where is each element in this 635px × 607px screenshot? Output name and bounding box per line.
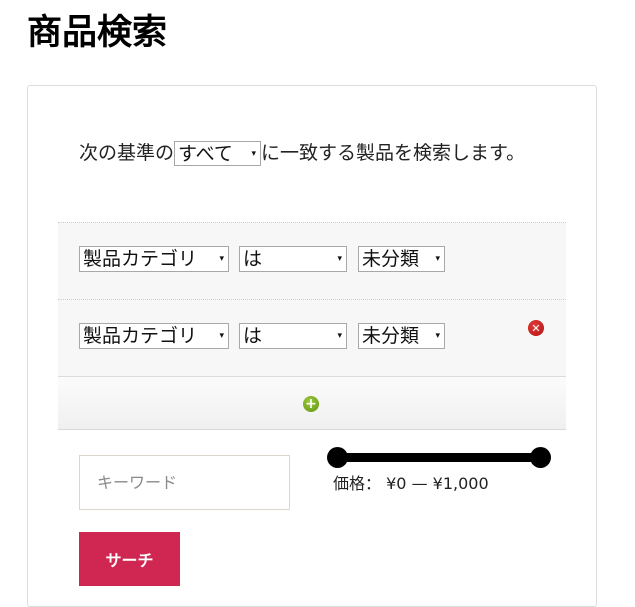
dropdown-arrow-icon: ▾ [337,331,342,341]
rule-value-select[interactable]: 未分類 ▾ [358,323,445,349]
rule-value-select[interactable]: 未分類 ▾ [358,246,445,272]
add-rule-row: + [58,376,566,430]
dropdown-arrow-icon: ▾ [435,331,440,341]
match-mode-select[interactable]: すべて ▾ [174,141,262,166]
price-range-slider[interactable] [327,447,551,468]
match-mode-value: すべて [178,142,233,165]
intro-suffix: に一致する製品を検索します。 [261,142,526,164]
price-range-label: 価格： ¥0 — ¥1,000 [333,470,489,494]
price-max-value: ¥1,000 [432,474,489,493]
price-max-handle[interactable] [530,447,551,468]
rule-row: 製品カテゴリ ▾ は ▾ 未分類 ▾ [58,222,566,299]
price-min-handle[interactable] [327,447,348,468]
rule-field-select[interactable]: 製品カテゴリ ▾ [79,246,229,272]
search-button[interactable]: サーチ [79,532,180,586]
keyword-input[interactable] [79,455,290,510]
rule-operator-value: は [243,248,263,270]
remove-rule-icon[interactable]: ✕ [528,320,544,336]
price-separator: — [411,474,428,493]
rule-value-value: 未分類 [362,248,420,270]
rule-value-value: 未分類 [362,325,420,347]
dropdown-arrow-icon: ▾ [251,148,257,159]
product-search-panel: 次の基準の すべて ▾ に一致する製品を検索します。 製品カテゴリ ▾ は ▾ 未分類 ▾ … [27,85,597,607]
rule-operator-select[interactable]: は ▾ [239,246,347,272]
dropdown-arrow-icon: ▾ [337,254,342,264]
price-slider-track [337,453,541,462]
rules-list: 製品カテゴリ ▾ は ▾ 未分類 ▾ 製品カテゴリ ▾ は ▾ 未分類 ▾ ✕ + [58,222,566,430]
page-title: 商品検索 [27,13,168,53]
rule-field-value: 製品カテゴリ [83,248,198,270]
dropdown-arrow-icon: ▾ [219,331,224,341]
match-criteria-sentence: 次の基準の すべて ▾ に一致する製品を検索します。 [79,138,539,168]
price-min-value: ¥0 [386,474,407,493]
rule-field-value: 製品カテゴリ [83,325,198,347]
rule-operator-select[interactable]: は ▾ [239,323,347,349]
price-label-text: 価格： [333,474,382,493]
rule-row: 製品カテゴリ ▾ は ▾ 未分類 ▾ ✕ [58,299,566,376]
rule-operator-value: は [243,325,263,347]
dropdown-arrow-icon: ▾ [435,254,440,264]
add-rule-icon[interactable]: + [303,396,319,412]
rule-field-select[interactable]: 製品カテゴリ ▾ [79,323,229,349]
dropdown-arrow-icon: ▾ [219,254,224,264]
intro-prefix: 次の基準の [79,142,175,164]
